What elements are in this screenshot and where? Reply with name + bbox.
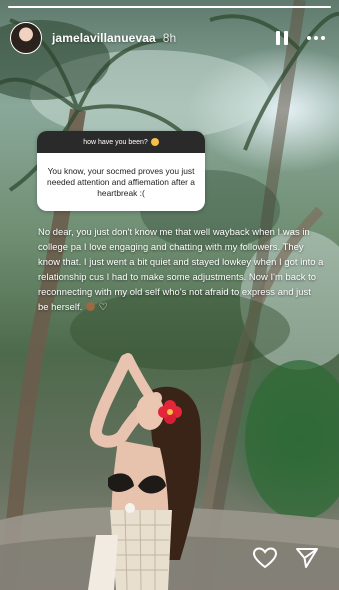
question-answer-box: You know, your socmed proves you just ne… [37, 153, 205, 211]
question-prompt-bar: how have you been? [37, 131, 205, 153]
story-progress-bar [8, 6, 331, 8]
white-heart-emoji-icon: ♡ [98, 302, 108, 313]
pause-bar-left [276, 31, 280, 45]
smile-emoji-icon [150, 138, 159, 146]
reply-caption: No dear, you just don't know me that wel… [38, 224, 324, 315]
story-actions [253, 546, 319, 570]
story-viewer[interactable]: jamelavillanuevaa 8h how have you been? … [0, 0, 339, 590]
pause-bar-right [284, 31, 288, 45]
question-prompt: how have you been? [83, 138, 148, 146]
username[interactable]: jamelavillanuevaa [52, 31, 156, 45]
reply-text: No dear, you just don't know me that wel… [38, 226, 324, 312]
question-sticker[interactable]: how have you been? You know, your socmed… [37, 131, 205, 211]
post-time: 8h [162, 31, 177, 45]
dot [321, 36, 325, 40]
more-dots-icon[interactable] [303, 27, 329, 49]
dot [307, 36, 311, 40]
heart-icon[interactable] [253, 546, 277, 570]
question-answer: You know, your socmed proves you just ne… [47, 165, 195, 198]
avatar[interactable] [10, 22, 42, 54]
story-header: jamelavillanuevaa 8h [10, 20, 329, 56]
monkey-emoji-icon [85, 302, 95, 311]
send-icon[interactable] [295, 546, 319, 570]
story-progress-fill [8, 6, 331, 8]
pause-icon[interactable] [271, 27, 293, 49]
dot [314, 36, 318, 40]
